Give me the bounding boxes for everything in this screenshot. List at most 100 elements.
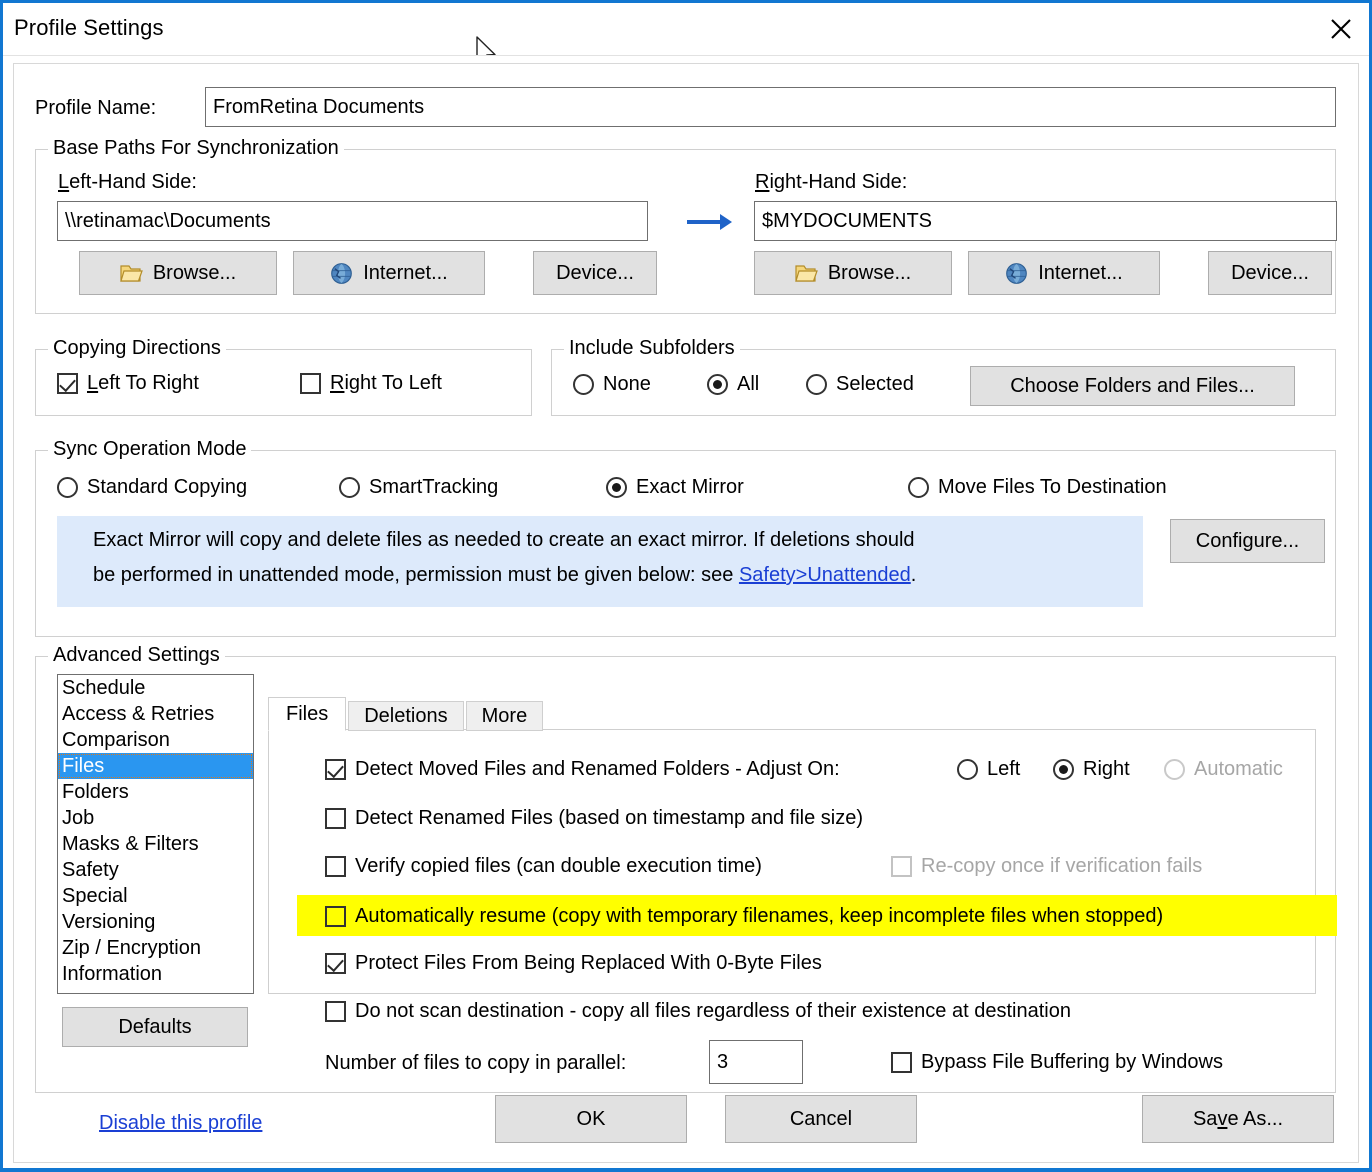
list-item[interactable]: Versioning xyxy=(58,909,253,935)
radio-standard-copying[interactable]: Standard Copying xyxy=(57,476,247,499)
folder-icon xyxy=(120,263,143,284)
sync-mode-info-box: Exact Mirror will copy and delete files … xyxy=(57,516,1143,607)
tab-files[interactable]: Files xyxy=(268,697,347,731)
automatically-resume-checkbox[interactable] xyxy=(325,906,346,927)
right-internet-button[interactable]: Internet... xyxy=(968,251,1160,295)
list-item[interactable]: Folders xyxy=(58,779,253,805)
move-files-radio[interactable] xyxy=(908,477,929,498)
list-item[interactable]: Schedule xyxy=(58,675,253,701)
checkbox-recopy-once: Re-copy once if verification fails xyxy=(891,855,1202,878)
left-to-right-label: Left To Right xyxy=(87,372,199,394)
base-paths-caption: Base Paths For Synchronization xyxy=(48,137,344,160)
checkbox-detect-renamed-files[interactable]: Detect Renamed Files (based on timestamp… xyxy=(325,807,863,830)
left-device-button[interactable]: Device... xyxy=(533,251,657,295)
defaults-button[interactable]: Defaults xyxy=(62,1007,248,1047)
safety-unattended-link[interactable]: Safety>Unattended xyxy=(739,564,911,586)
save-as-label: Save As... xyxy=(1192,1107,1284,1130)
protect-files-checkbox[interactable] xyxy=(325,953,346,974)
tab-more[interactable]: More xyxy=(465,701,544,731)
right-browse-button[interactable]: Browse... xyxy=(754,251,952,295)
list-item-label: Comparison xyxy=(62,729,170,751)
include-subfolders-caption: Include Subfolders xyxy=(564,337,740,360)
advanced-settings-caption: Advanced Settings xyxy=(48,644,225,667)
subfolders-selected-radio[interactable] xyxy=(806,374,827,395)
list-item-label: Versioning xyxy=(62,911,156,933)
right-browse-label: Browse... xyxy=(827,261,912,284)
list-item[interactable]: Special xyxy=(58,883,253,909)
left-hand-side-label: Left-Hand Side: xyxy=(58,171,197,193)
cancel-button[interactable]: Cancel xyxy=(725,1095,917,1143)
right-device-button[interactable]: Device... xyxy=(1208,251,1332,295)
checkbox-left-to-right[interactable]: Left To Right xyxy=(57,372,199,395)
right-device-label: Device... xyxy=(1231,261,1309,284)
sync-mode-info-line2: be performed in unattended mode, permiss… xyxy=(93,564,916,587)
list-item[interactable]: Information xyxy=(58,961,253,987)
radio-subfolders-all[interactable]: All xyxy=(707,373,759,396)
sync-operation-mode-group: Sync Operation Mode Standard Copying Sma… xyxy=(35,438,1336,637)
recopy-once-checkbox xyxy=(891,856,912,877)
radio-exact-mirror[interactable]: Exact Mirror xyxy=(606,476,744,499)
verify-copied-files-checkbox[interactable] xyxy=(325,856,346,877)
include-subfolders-group: Include Subfolders None All Selected Cho… xyxy=(551,337,1336,416)
checkbox-bypass-file-buffering[interactable]: Bypass File Buffering by Windows xyxy=(891,1051,1223,1074)
checkbox-detect-moved-files[interactable]: Detect Moved Files and Renamed Folders -… xyxy=(325,758,840,781)
checkbox-automatically-resume[interactable]: Automatically resume (copy with temporar… xyxy=(325,905,1163,928)
detect-moved-files-checkbox[interactable] xyxy=(325,759,346,780)
subfolders-none-label: None xyxy=(603,373,651,395)
radio-adjust-right[interactable]: Right xyxy=(1053,758,1130,781)
radio-smarttracking[interactable]: SmartTracking xyxy=(339,476,498,499)
list-item-label: Files xyxy=(62,755,105,777)
checkbox-do-not-scan-destination[interactable]: Do not scan destination - copy all files… xyxy=(325,1000,1071,1023)
checkbox-verify-copied-files[interactable]: Verify copied files (can double executio… xyxy=(325,855,762,878)
right-to-left-checkbox-box[interactable] xyxy=(300,373,321,394)
right-hand-side-input[interactable]: $MYDOCUMENTS xyxy=(754,201,1337,241)
close-icon[interactable] xyxy=(1313,3,1369,55)
disable-this-profile-link[interactable]: Disable this profile xyxy=(99,1112,262,1135)
bypass-file-buffering-checkbox[interactable] xyxy=(891,1052,912,1073)
left-internet-button[interactable]: Internet... xyxy=(293,251,485,295)
do-not-scan-destination-checkbox[interactable] xyxy=(325,1001,346,1022)
smarttracking-radio[interactable] xyxy=(339,477,360,498)
title-bar: Profile Settings xyxy=(3,3,1369,67)
radio-adjust-left[interactable]: Left xyxy=(957,758,1020,781)
checkbox-right-to-left[interactable]: Right To Left xyxy=(300,372,442,395)
list-item[interactable]: Access & Retries xyxy=(58,701,253,727)
standard-copying-label: Standard Copying xyxy=(87,476,248,498)
radio-subfolders-selected[interactable]: Selected xyxy=(806,373,914,396)
ok-button[interactable]: OK xyxy=(495,1095,687,1143)
adjust-right-radio[interactable] xyxy=(1053,759,1074,780)
advanced-settings-list[interactable]: Schedule Access & Retries Comparison Files F… xyxy=(57,674,254,994)
exact-mirror-radio[interactable] xyxy=(606,477,627,498)
radio-move-files-to-destination[interactable]: Move Files To Destination xyxy=(908,476,1167,499)
list-item-label: Masks & Filters xyxy=(62,833,199,855)
choose-folders-and-files-button[interactable]: Choose Folders and Files... xyxy=(970,366,1295,406)
subfolders-all-radio[interactable] xyxy=(707,374,728,395)
profile-name-input[interactable]: FromRetina Documents xyxy=(205,87,1336,127)
tab-deletions[interactable]: Deletions xyxy=(348,701,464,731)
tab-files-label: Files xyxy=(286,702,329,725)
detect-renamed-files-checkbox[interactable] xyxy=(325,808,346,829)
verify-copied-files-label: Verify copied files (can double executio… xyxy=(355,855,762,877)
standard-copying-radio[interactable] xyxy=(57,477,78,498)
left-browse-button[interactable]: Browse... xyxy=(79,251,277,295)
left-hand-side-input[interactable]: \\retinamac\Documents xyxy=(57,201,648,241)
tab-more-label: More xyxy=(481,704,528,727)
left-to-right-checkbox-box[interactable] xyxy=(57,373,78,394)
save-as-button[interactable]: Save As... xyxy=(1142,1095,1334,1143)
right-internet-label: Internet... xyxy=(1038,261,1123,284)
radio-subfolders-none[interactable]: None xyxy=(573,373,651,396)
list-item-label: Job xyxy=(62,807,95,829)
parallel-files-input[interactable]: 3 xyxy=(709,1040,803,1084)
list-item[interactable]: Job xyxy=(58,805,253,831)
subfolders-all-label: All xyxy=(737,373,760,395)
list-item[interactable]: Safety xyxy=(58,857,253,883)
list-item[interactable]: Zip / Encryption xyxy=(58,935,253,961)
list-item[interactable]: Comparison xyxy=(58,727,253,753)
list-item[interactable]: Masks & Filters xyxy=(58,831,253,857)
adjust-left-radio[interactable] xyxy=(957,759,978,780)
list-item[interactable]: Files xyxy=(58,753,253,779)
configure-button[interactable]: Configure... xyxy=(1170,519,1325,563)
subfolders-none-radio[interactable] xyxy=(573,374,594,395)
automatically-resume-label: Automatically resume (copy with temporar… xyxy=(355,905,1164,927)
checkbox-protect-files[interactable]: Protect Files From Being Replaced With 0… xyxy=(325,952,822,975)
